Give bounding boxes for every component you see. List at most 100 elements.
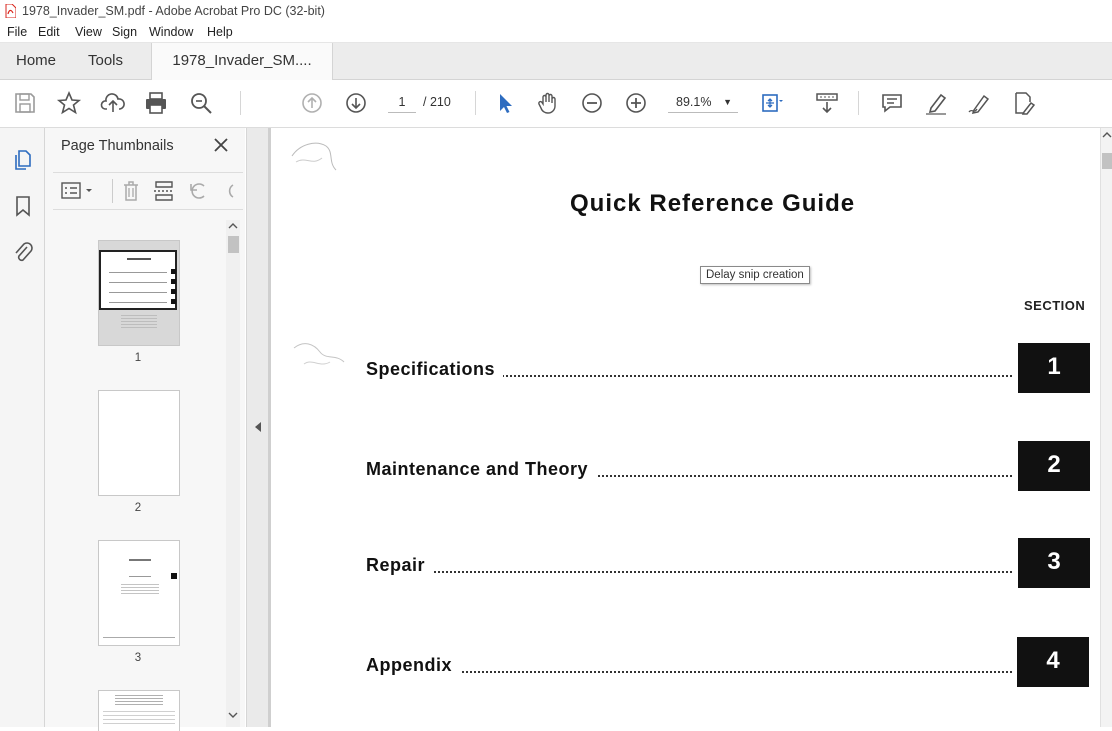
thumbnail-label-3: 3 [134,652,142,664]
page-thumbnails-icon[interactable] [11,148,35,172]
thumbnail-line [109,292,167,293]
document-heading: Quick Reference Guide [570,190,856,217]
section-number-box: 1 [1018,343,1090,393]
dot-leader [366,671,1012,673]
next-page-icon[interactable] [343,90,369,116]
thumbnail-box [171,269,176,274]
scroll-down-icon[interactable] [228,711,238,719]
options-menu-icon[interactable] [61,181,95,201]
trash-icon[interactable] [121,179,141,203]
scroll-up-icon[interactable] [1102,131,1112,139]
thumbnail-label-2: 2 [134,502,142,514]
zoom-select[interactable]: 89.1% ▼ [668,92,738,113]
section-number-box: 3 [1018,538,1090,588]
toc-entry-repair: Repair [366,552,1012,580]
thumbnail-text-block [115,695,163,705]
scroll-mode-icon[interactable] [814,90,840,116]
section-number-box: 4 [1017,637,1089,687]
toc-entry-specifications: Specifications [366,356,1012,384]
bookmark-star-icon[interactable] [56,90,82,116]
scroll-up-icon[interactable] [228,222,238,230]
toolbar-divider [475,91,476,115]
scrollbar-thumb[interactable] [1102,153,1112,169]
window-title: 1978_Invader_SM.pdf - Adobe Acrobat Pro … [22,4,325,18]
panel-title: Page Thumbnails [61,138,174,154]
thumbnail-viewport-box [99,250,177,310]
thumbnail-line [103,637,175,638]
toc-entry-appendix: Appendix [366,652,1012,680]
thumbnail-page-1[interactable] [98,240,180,346]
save-icon[interactable] [12,90,38,116]
section-number-box: 2 [1018,441,1090,491]
thumbnail-scrollbar[interactable] [226,220,240,727]
menu-edit[interactable]: Edit [38,25,60,39]
toolbar-divider [240,91,241,115]
document-view[interactable]: Quick Reference Guide SECTION Specificat… [268,128,1100,727]
thumbnail-line [109,282,167,283]
menu-window[interactable]: Window [149,25,193,39]
select-cursor-icon[interactable] [492,90,518,116]
search-zoom-icon[interactable] [188,90,214,116]
dot-leader [366,571,1012,573]
page-thumbnails-panel: Page Thumbnails 1 2 3 [45,128,245,731]
toc-entry-label: Specifications [366,359,504,380]
rotate-left-icon[interactable] [187,180,209,202]
thumbnail-box [171,279,176,284]
comment-icon[interactable] [879,90,905,116]
thumbnail-box [171,573,177,579]
tooltip: Delay snip creation [700,266,810,284]
left-nav-rail [0,128,45,727]
thumbnail-box [171,289,176,294]
thumbnail-page-4[interactable] [98,690,180,731]
menu-view[interactable]: View [75,25,102,39]
sign-icon[interactable] [967,90,993,116]
thumbnail-text-block [103,711,175,725]
thumbnail-line [127,258,151,260]
tab-home[interactable]: Home [16,43,56,79]
pdf-file-icon [5,4,16,18]
toc-entry-label: Appendix [366,655,461,676]
upload-icon[interactable] [100,90,126,116]
chevron-down-icon: ▼ [723,97,732,107]
menu-bar: File Edit View Sign Window Help [0,22,1112,43]
toc-entry-label: Repair [366,555,434,576]
zoom-in-icon[interactable] [623,90,649,116]
toolbar-divider [112,179,113,203]
thumbnail-line [129,559,151,561]
chevron-left-icon[interactable] [254,421,262,433]
thumbnail-page-3[interactable] [98,540,180,646]
prev-page-icon[interactable] [299,90,325,116]
thumbnail-text-block [121,315,157,329]
toc-entry-maintenance: Maintenance and Theory [366,456,1012,484]
document-scrollbar[interactable] [1100,128,1112,727]
rotate-right-icon[interactable] [221,180,235,202]
fit-page-icon[interactable] [758,90,784,116]
attachment-icon[interactable] [11,239,35,265]
thumbnail-line [129,576,151,577]
thumbnail-line [109,302,167,303]
hand-icon[interactable] [535,90,561,116]
scan-smudge [291,142,337,171]
thumbnail-box [171,299,176,304]
toolbar-divider [858,91,859,115]
extract-pages-icon[interactable] [153,179,175,203]
menu-file[interactable]: File [7,25,27,39]
print-icon[interactable] [143,90,169,116]
edit-pdf-icon[interactable] [1010,90,1036,116]
zoom-out-icon[interactable] [579,90,605,116]
page-number-input[interactable]: 1 [388,92,416,113]
panel-collapse-handle[interactable] [246,128,269,727]
title-bar: 1978_Invader_SM.pdf - Adobe Acrobat Pro … [0,0,1112,22]
menu-help[interactable]: Help [207,25,233,39]
menu-sign[interactable]: Sign [112,25,137,39]
highlight-icon[interactable] [923,90,949,116]
tab-tools[interactable]: Tools [88,43,123,79]
tab-document[interactable]: 1978_Invader_SM.... [151,43,333,80]
close-icon[interactable] [211,135,231,155]
scrollbar-thumb[interactable] [228,236,239,253]
thumbnail-line [109,272,167,273]
thumbnail-page-2[interactable] [98,390,180,496]
bookmark-icon[interactable] [12,194,34,218]
thumbnail-label-1: 1 [134,352,142,364]
page-left-edge [268,128,271,727]
